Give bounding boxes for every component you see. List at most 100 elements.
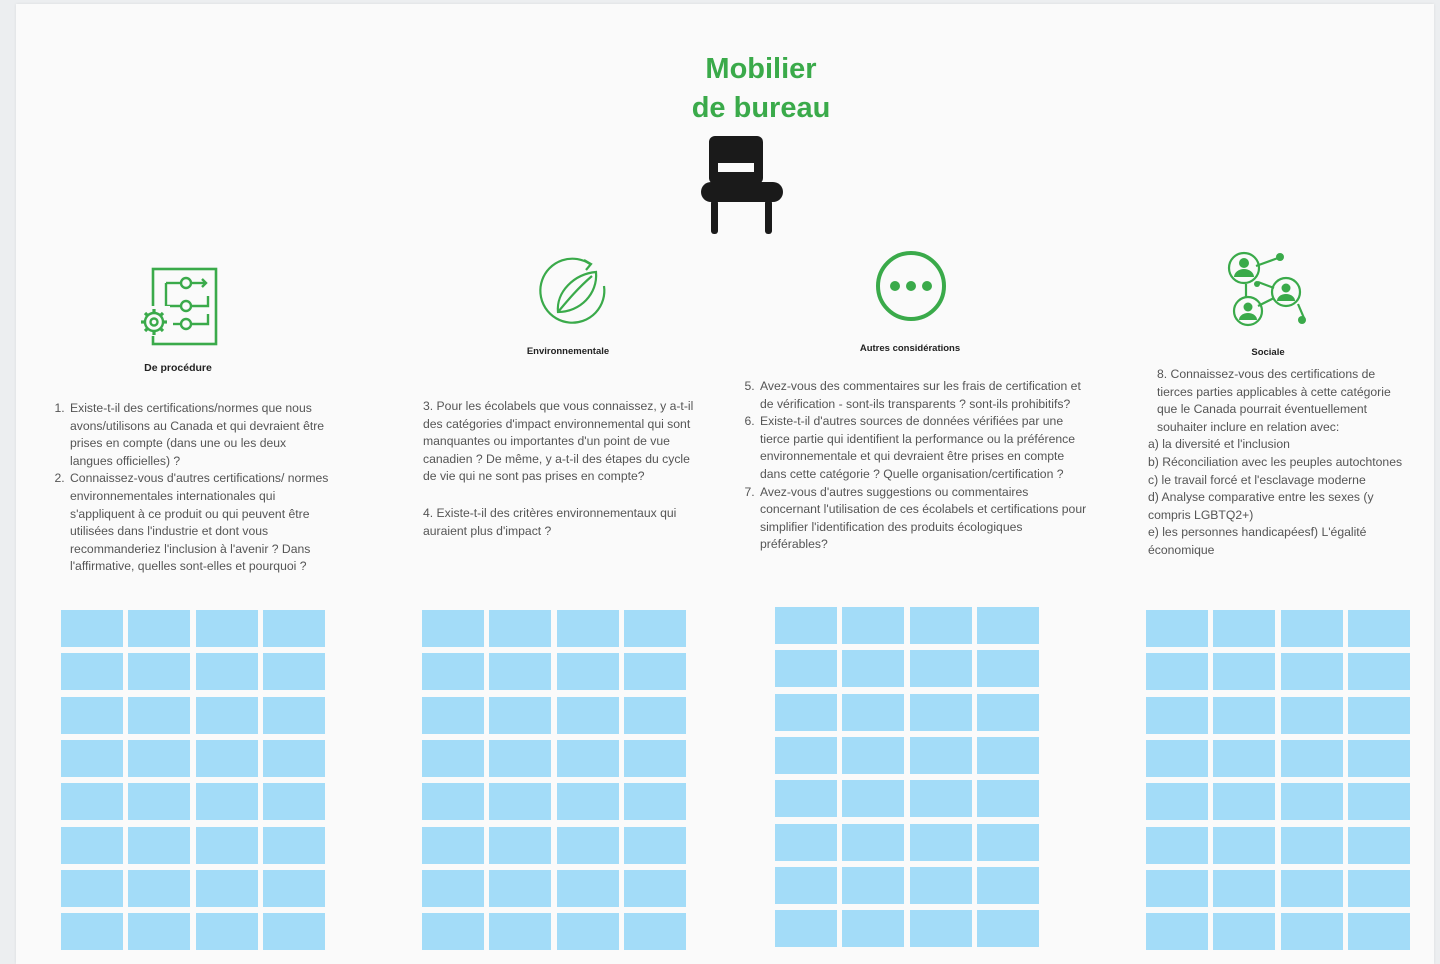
sticky-note[interactable] (909, 780, 972, 818)
sticky-note[interactable] (1213, 783, 1276, 821)
sticky-note[interactable] (623, 696, 686, 734)
sticky-note[interactable] (128, 653, 191, 691)
sticky-note[interactable] (489, 869, 552, 907)
sticky-note[interactable] (1347, 610, 1410, 647)
sticky-note[interactable] (1146, 739, 1208, 777)
sticky-note[interactable] (262, 610, 325, 647)
sticky-note[interactable] (489, 610, 552, 647)
sticky-note[interactable] (623, 610, 686, 647)
sticky-note[interactable] (623, 783, 686, 821)
sticky-note[interactable] (61, 869, 123, 907)
sticky-note[interactable] (1146, 869, 1208, 907)
sticky-note[interactable] (262, 913, 325, 951)
sticky-note[interactable] (262, 826, 325, 864)
sticky-note[interactable] (422, 610, 484, 647)
sticky-note[interactable] (1146, 826, 1208, 864)
sticky-note[interactable] (1280, 913, 1343, 951)
sticky-note[interactable] (195, 610, 258, 647)
sticky-note[interactable] (623, 869, 686, 907)
sticky-note[interactable] (195, 783, 258, 821)
sticky-note[interactable] (128, 783, 191, 821)
sticky-note[interactable] (195, 696, 258, 734)
sticky-note[interactable] (1213, 653, 1276, 691)
sticky-note[interactable] (262, 653, 325, 691)
sticky-note[interactable] (422, 783, 484, 821)
sticky-note[interactable] (1280, 653, 1343, 691)
sticky-note[interactable] (1280, 610, 1343, 647)
sticky-note[interactable] (775, 650, 837, 688)
sticky-note[interactable] (909, 736, 972, 774)
sticky-note[interactable] (842, 823, 905, 861)
sticky-note[interactable] (489, 696, 552, 734)
sticky-note[interactable] (489, 653, 552, 691)
sticky-note[interactable] (128, 739, 191, 777)
sticky-note[interactable] (422, 869, 484, 907)
sticky-note[interactable] (422, 696, 484, 734)
sticky-note[interactable] (61, 610, 123, 647)
sticky-note[interactable] (262, 739, 325, 777)
sticky-note[interactable] (1347, 783, 1410, 821)
sticky-note[interactable] (623, 739, 686, 777)
sticky-note[interactable] (1280, 783, 1343, 821)
sticky-note[interactable] (61, 783, 123, 821)
sticky-note[interactable] (1146, 783, 1208, 821)
sticky-note[interactable] (1347, 696, 1410, 734)
sticky-note[interactable] (909, 607, 972, 644)
sticky-note[interactable] (842, 910, 905, 948)
sticky-note[interactable] (556, 610, 619, 647)
sticky-note[interactable] (195, 913, 258, 951)
sticky-note[interactable] (422, 653, 484, 691)
sticky-note[interactable] (1347, 826, 1410, 864)
sticky-note[interactable] (128, 913, 191, 951)
sticky-note[interactable] (1146, 653, 1208, 691)
sticky-note[interactable] (195, 869, 258, 907)
sticky-note[interactable] (1280, 696, 1343, 734)
sticky-note[interactable] (775, 823, 837, 861)
sticky-note[interactable] (61, 739, 123, 777)
sticky-note[interactable] (1213, 739, 1276, 777)
sticky-note[interactable] (1146, 696, 1208, 734)
sticky-note[interactable] (976, 736, 1039, 774)
sticky-note[interactable] (909, 693, 972, 731)
sticky-note[interactable] (556, 696, 619, 734)
sticky-note[interactable] (1213, 913, 1276, 951)
sticky-note[interactable] (909, 910, 972, 948)
sticky-note[interactable] (842, 693, 905, 731)
sticky-note[interactable] (556, 783, 619, 821)
sticky-note[interactable] (842, 780, 905, 818)
sticky-note[interactable] (976, 693, 1039, 731)
sticky-note[interactable] (1146, 913, 1208, 951)
sticky-note[interactable] (976, 823, 1039, 861)
sticky-note[interactable] (1213, 869, 1276, 907)
sticky-note[interactable] (909, 866, 972, 904)
sticky-note[interactable] (1280, 869, 1343, 907)
sticky-note[interactable] (61, 913, 123, 951)
sticky-note[interactable] (61, 696, 123, 734)
sticky-note[interactable] (909, 650, 972, 688)
sticky-note[interactable] (1213, 826, 1276, 864)
sticky-note[interactable] (128, 696, 191, 734)
sticky-note[interactable] (976, 607, 1039, 644)
sticky-note[interactable] (1280, 739, 1343, 777)
sticky-note[interactable] (775, 736, 837, 774)
sticky-note[interactable] (128, 826, 191, 864)
sticky-note[interactable] (775, 693, 837, 731)
sticky-note[interactable] (842, 866, 905, 904)
sticky-note[interactable] (61, 653, 123, 691)
sticky-note[interactable] (422, 739, 484, 777)
sticky-note[interactable] (195, 739, 258, 777)
sticky-note[interactable] (842, 736, 905, 774)
sticky-note[interactable] (976, 910, 1039, 948)
sticky-note[interactable] (1347, 869, 1410, 907)
sticky-note[interactable] (262, 696, 325, 734)
sticky-note[interactable] (128, 869, 191, 907)
sticky-note[interactable] (1347, 653, 1410, 691)
sticky-note[interactable] (623, 826, 686, 864)
sticky-note[interactable] (1280, 826, 1343, 864)
sticky-note[interactable] (489, 783, 552, 821)
sticky-note[interactable] (976, 866, 1039, 904)
sticky-note[interactable] (195, 826, 258, 864)
sticky-note[interactable] (909, 823, 972, 861)
sticky-note[interactable] (489, 826, 552, 864)
sticky-note[interactable] (623, 653, 686, 691)
